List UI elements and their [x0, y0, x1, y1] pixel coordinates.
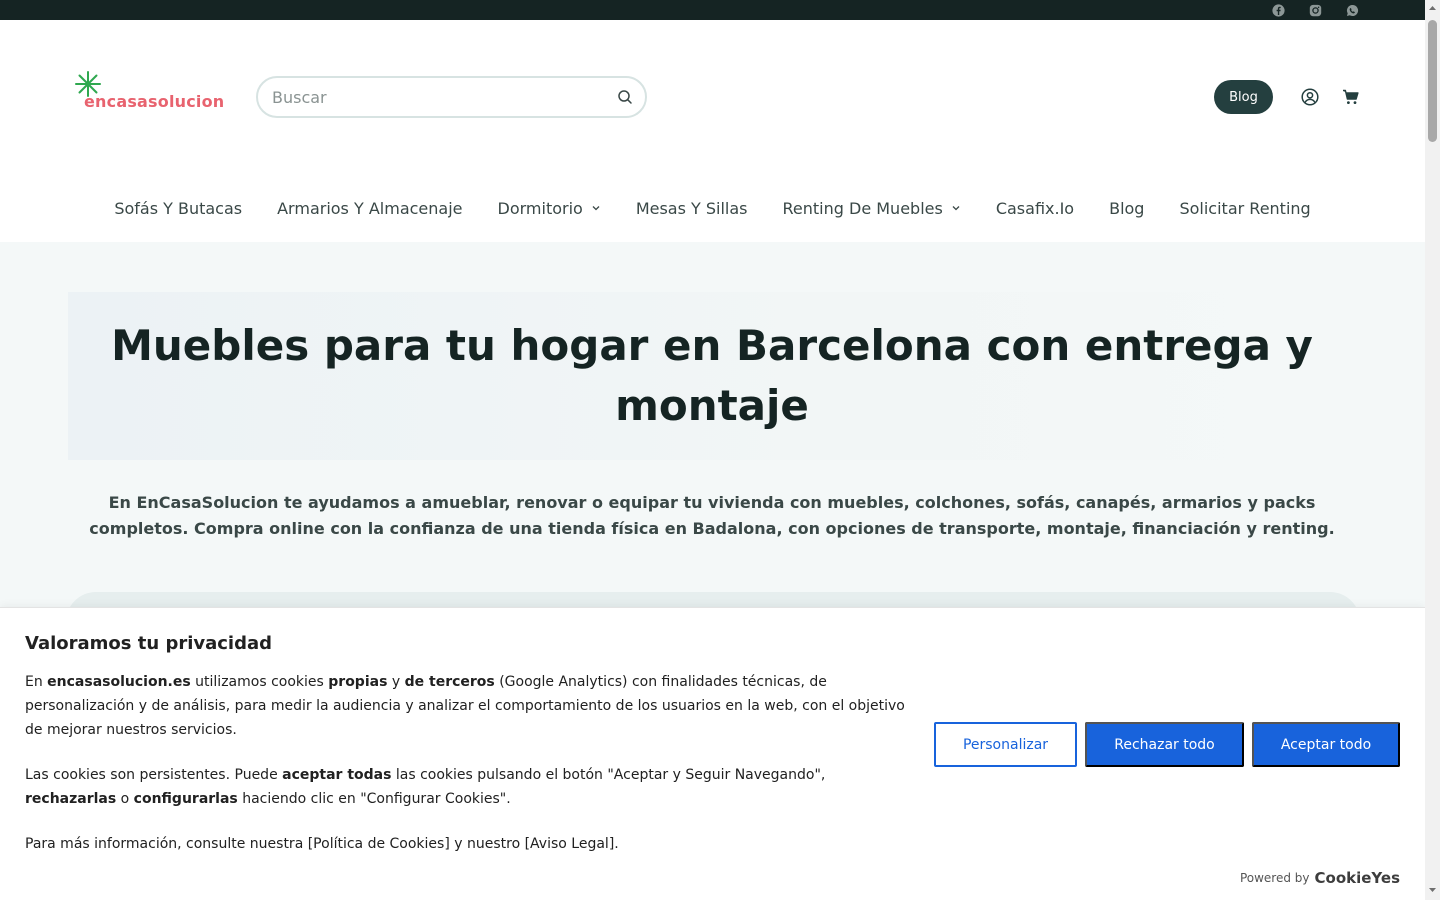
- nav-item-mesas[interactable]: Mesas Y Sillas: [618, 196, 765, 220]
- nav-item-dormitorio[interactable]: Dormitorio: [480, 196, 618, 220]
- search-box: [256, 76, 647, 118]
- nav-item-armarios[interactable]: Armarios Y Almacenaje: [260, 196, 480, 220]
- user-account-icon[interactable]: [1301, 88, 1319, 106]
- chevron-down-icon: [592, 206, 600, 211]
- nav-item-renting[interactable]: Renting De Muebles: [765, 196, 978, 220]
- search-icon[interactable]: [617, 89, 633, 105]
- nav-item-sofas[interactable]: Sofás Y Butacas: [97, 196, 260, 220]
- logo[interactable]: encasasolucion: [74, 70, 224, 114]
- scrollbar[interactable]: [1425, 0, 1440, 900]
- reject-all-button[interactable]: Rechazar todo: [1085, 722, 1244, 767]
- top-bar: [0, 0, 1425, 20]
- cookie-text-more-info: Para más información, consulte nuestra […: [25, 836, 619, 852]
- hero-description: En EnCasaSolucion te ayudamos a amueblar…: [89, 493, 1335, 538]
- cookieyes-logo[interactable]: CookieYes: [1315, 869, 1401, 887]
- powered-by: Powered by CookieYes: [1239, 869, 1401, 887]
- cookie-title: Valoramos tu privacidad: [25, 633, 273, 654]
- blog-button[interactable]: Blog: [1214, 80, 1273, 114]
- scroll-up-arrow-icon[interactable]: [1428, 4, 1437, 12]
- page-title: Muebles para tu hogar en Barcelona con e…: [111, 321, 1313, 430]
- instagram-icon[interactable]: [1308, 3, 1322, 17]
- cart-icon[interactable]: [1342, 88, 1360, 106]
- accept-all-button[interactable]: Aceptar todo: [1252, 722, 1400, 767]
- cookie-text-options: Las cookies son persistentes. Puede acep…: [25, 767, 826, 807]
- nav-item-casafix[interactable]: Casafix.Io: [978, 196, 1091, 220]
- customize-button[interactable]: Personalizar: [934, 722, 1077, 767]
- whatsapp-icon[interactable]: [1345, 3, 1359, 17]
- cookie-text-intro: En encasasolucion.es utilizamos cookies …: [25, 674, 905, 738]
- scroll-down-arrow-icon[interactable]: [1428, 886, 1437, 894]
- search-input[interactable]: [272, 86, 602, 108]
- site-header: encasasolucion Blog Sofás Y Butacas Arma…: [0, 20, 1425, 242]
- main-nav: Sofás Y Butacas Armarios Y Almacenaje Do…: [0, 196, 1425, 220]
- cookie-banner: Valoramos tu privacidad En encasasolucio…: [0, 607, 1425, 900]
- facebook-icon[interactable]: [1271, 3, 1285, 17]
- nav-item-solicitar-renting[interactable]: Solicitar Renting: [1162, 196, 1328, 220]
- scrollbar-thumb[interactable]: [1428, 20, 1437, 142]
- nav-item-blog[interactable]: Blog: [1092, 196, 1162, 220]
- logo-text: encasasolucion: [84, 92, 225, 111]
- chevron-down-icon: [952, 206, 960, 211]
